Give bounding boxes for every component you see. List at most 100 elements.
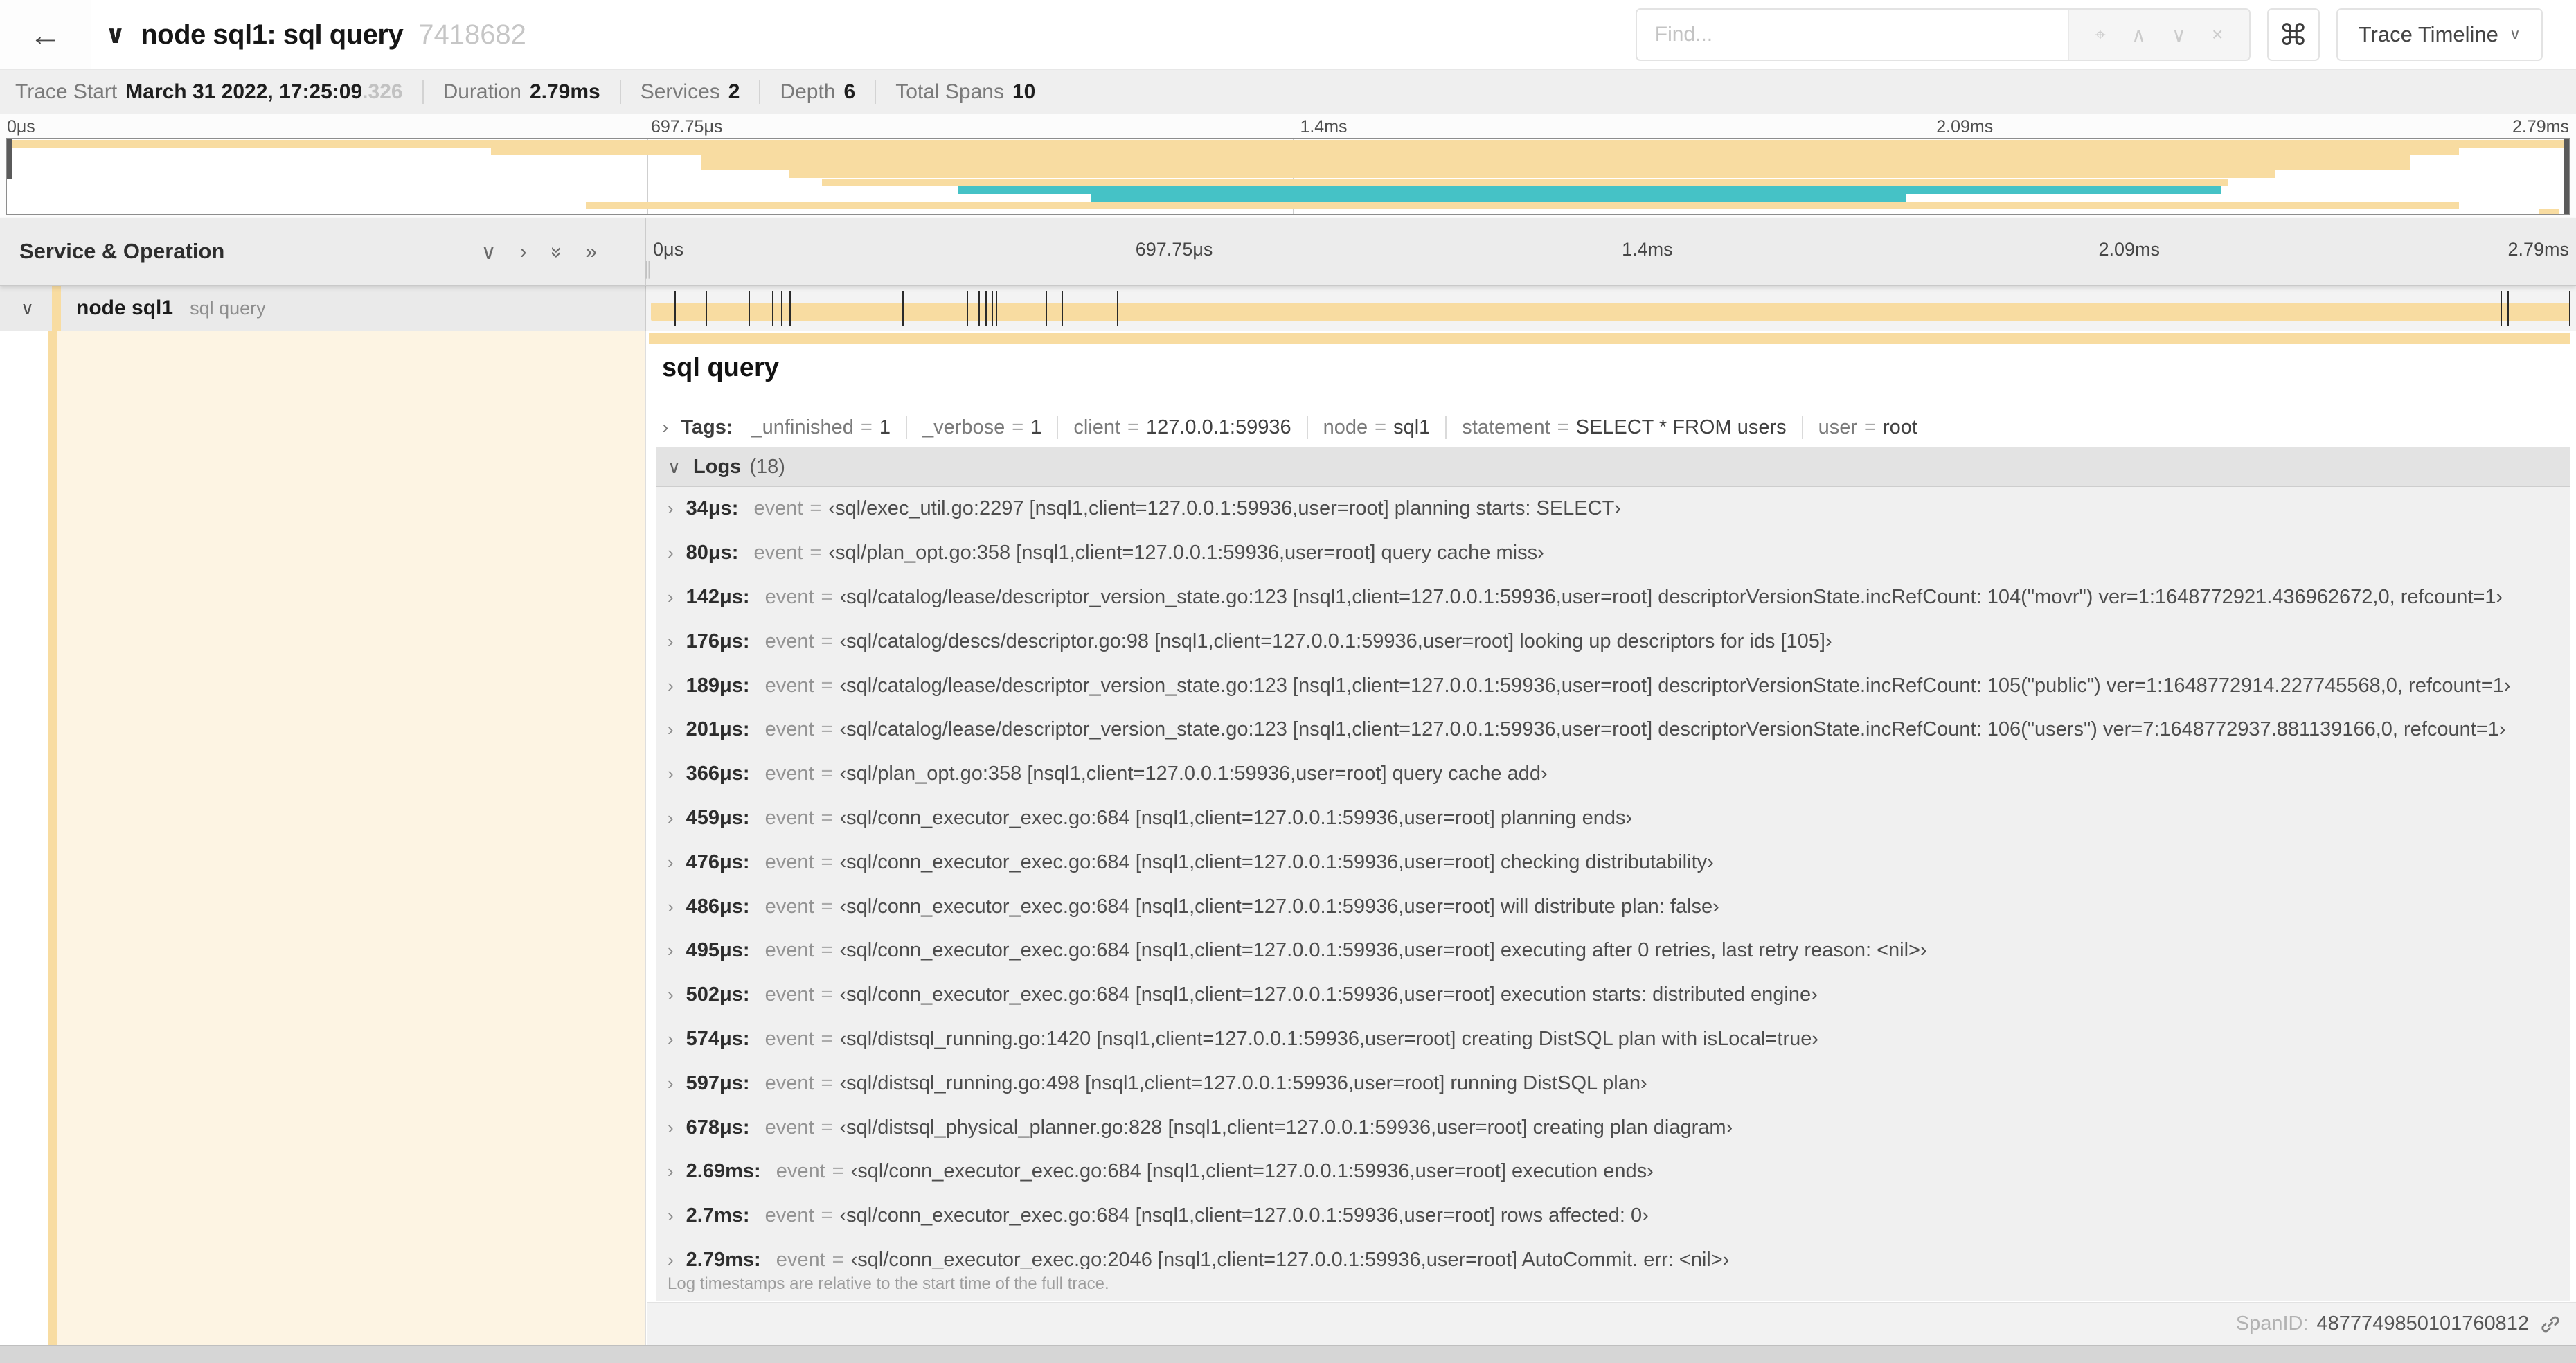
logs-note: Log timestamps are relative to the start… <box>668 1274 1109 1293</box>
log-field-equals: = <box>832 1248 844 1269</box>
find-box: ⌖ ∧ ∨ × <box>1635 8 2251 61</box>
log-entry-toggle-icon[interactable]: › <box>668 542 674 564</box>
summary-value: 2.79ms <box>529 80 600 103</box>
log-entry-toggle-icon[interactable]: › <box>668 1028 674 1050</box>
log-entry-toggle-icon[interactable]: › <box>668 498 674 519</box>
expand-all-icon[interactable]: » <box>585 240 597 265</box>
tag-key: _verbose <box>922 416 1005 438</box>
trace-collapse-icon[interactable]: ∨ <box>105 20 125 49</box>
span-color-bar <box>52 285 62 331</box>
keyboard-shortcuts-button[interactable]: ⌘ <box>2266 8 2320 61</box>
tag-equals: = <box>860 416 873 438</box>
tag-item: _verbose = 1 <box>905 416 1041 439</box>
log-entry[interactable]: › 142μs: event = ‹sql/catalog/lease/descript… <box>656 576 2570 620</box>
summary-item: Duration 2.79ms <box>422 80 600 104</box>
find-input[interactable] <box>1636 10 2068 60</box>
log-timestamp: 366μs: <box>686 763 750 785</box>
service-operation-label: Service & Operation <box>19 239 225 263</box>
minimap-canvas[interactable] <box>6 138 2570 215</box>
log-field-value: ‹sql/conn_executor_exec.go:684 [nsql1,cl… <box>839 895 1719 918</box>
log-entry-toggle-icon[interactable]: › <box>668 896 674 918</box>
view-selector-button[interactable]: Trace Timeline ∨ <box>2336 8 2543 61</box>
span-bar-cell[interactable] <box>646 285 2576 331</box>
span-bar[interactable] <box>651 303 2570 321</box>
page-title: node sql1: sql query <box>141 19 404 50</box>
span-service-name: node sql1 <box>76 296 174 319</box>
log-timestamp: 2.69ms: <box>686 1160 761 1183</box>
column-resizer[interactable]: ∥ <box>643 258 654 280</box>
span-name-cell[interactable]: ∨ node sql1 sql query <box>0 285 646 331</box>
tags-toggle-icon[interactable]: › <box>662 416 668 438</box>
summary-value-muted: .326 <box>362 80 403 103</box>
log-entry-toggle-icon[interactable]: › <box>668 1205 674 1227</box>
log-entry[interactable]: › 678μs: event = ‹sql/distsql_physical_plann… <box>656 1105 2570 1150</box>
logs-header[interactable]: ∨ Logs (18) <box>656 447 2570 487</box>
back-button[interactable]: ← <box>0 0 91 69</box>
log-timestamp: 459μs: <box>686 806 750 829</box>
tags-section[interactable]: › Tags: _unfinished = 1 _verbose = 1 client = 12… <box>662 409 2565 446</box>
log-entry[interactable]: › 201μs: event = ‹sql/catalog/lease/descript… <box>656 708 2570 752</box>
log-entry[interactable]: › 459μs: event = ‹sql/conn_executor_exec.go:… <box>656 796 2570 841</box>
log-entry[interactable]: › 366μs: event = ‹sql/plan_opt.go:358 [nsql1… <box>656 752 2570 796</box>
log-entry-toggle-icon[interactable]: › <box>668 675 674 697</box>
log-marker <box>2500 291 2502 326</box>
tag-equals: = <box>1864 416 1876 438</box>
find-clear-icon[interactable]: × <box>2212 24 2223 46</box>
log-entry-toggle-icon[interactable]: › <box>668 1249 674 1269</box>
log-entry-toggle-icon[interactable]: › <box>668 1073 674 1094</box>
log-entry[interactable]: › 2.69ms: event = ‹sql/conn_executor_exec.go… <box>656 1150 2570 1194</box>
tag-item: statement = SELECT * FROM users <box>1445 416 1787 439</box>
log-field-equals: = <box>821 630 833 652</box>
log-entry[interactable]: › 574μs: event = ‹sql/distsql_running.go:142… <box>656 1017 2570 1062</box>
log-entry[interactable]: › 502μs: event = ‹sql/conn_executor_exec.go:… <box>656 973 2570 1017</box>
log-entry[interactable]: › 34μs: event = ‹sql/exec_util.go:2297 [nsql… <box>656 487 2570 531</box>
locate-icon[interactable]: ⌖ <box>2095 24 2106 46</box>
log-entry-toggle-icon[interactable]: › <box>668 587 674 608</box>
span-collapse-icon[interactable]: ∨ <box>21 298 34 319</box>
log-entry-toggle-icon[interactable]: › <box>668 1161 674 1182</box>
find-next-icon[interactable]: ∨ <box>2172 24 2186 46</box>
expand-one-icon[interactable]: › <box>520 240 527 265</box>
log-field-value: ‹sql/catalog/lease/descriptor_version_st… <box>839 718 2506 741</box>
find-prev-icon[interactable]: ∧ <box>2131 24 2146 46</box>
log-marker <box>674 291 676 326</box>
minimap-span-bar <box>701 155 2410 163</box>
log-entry-toggle-icon[interactable]: › <box>668 940 674 961</box>
span-detail-panel: sql query › Tags: _unfinished = 1 _verbose =… <box>647 331 2576 1345</box>
log-field-value: ‹sql/distsql_running.go:498 [nsql1,clien… <box>839 1071 1647 1094</box>
log-timestamp: 476μs: <box>686 850 750 873</box>
log-entry-toggle-icon[interactable]: › <box>668 808 674 829</box>
minimap-tick-label: 2.79ms <box>2512 117 2569 136</box>
minimap-right-handle[interactable] <box>2564 139 2569 214</box>
log-entry-toggle-icon[interactable]: › <box>668 631 674 652</box>
log-entry[interactable]: › 597μs: event = ‹sql/distsql_running.go:498… <box>656 1061 2570 1105</box>
log-entry-toggle-icon[interactable]: › <box>668 719 674 740</box>
log-marker <box>996 291 998 326</box>
log-entry[interactable]: › 486μs: event = ‹sql/conn_executor_exec.go:… <box>656 884 2570 929</box>
log-marker <box>966 291 968 326</box>
span-detail-header: sql query <box>662 352 2565 391</box>
log-entry-toggle-icon[interactable]: › <box>668 1117 674 1139</box>
log-entry[interactable]: › 476μs: event = ‹sql/conn_executor_exec.go:… <box>656 840 2570 884</box>
collapse-all-icon[interactable]: » <box>544 247 568 258</box>
link-icon[interactable] <box>2540 1314 2561 1335</box>
log-entry-toggle-icon[interactable]: › <box>668 984 674 1006</box>
log-timestamp: 678μs: <box>686 1116 750 1139</box>
bottom-edge <box>0 1345 2576 1363</box>
log-entry[interactable]: › 495μs: event = ‹sql/conn_executor_exec.go:… <box>656 929 2570 973</box>
collapse-one-icon[interactable]: ∨ <box>481 240 497 265</box>
log-entry[interactable]: › 2.79ms: event = ‹sql/conn_executor_exec.go… <box>656 1238 2570 1269</box>
log-entry[interactable]: › 176μs: event = ‹sql/catalog/descs/descript… <box>656 619 2570 663</box>
ruler-tick-label: 2.79ms <box>2507 239 2569 260</box>
tag-value: root <box>1882 416 1917 438</box>
log-entry-toggle-icon[interactable]: › <box>668 852 674 873</box>
log-entry[interactable]: › 189μs: event = ‹sql/catalog/lease/descript… <box>656 663 2570 708</box>
log-entry[interactable]: › 80μs: event = ‹sql/plan_opt.go:358 [nsql1,… <box>656 531 2570 576</box>
minimap-left-handle[interactable] <box>7 139 12 179</box>
summary-item: Depth 6 <box>759 80 855 104</box>
log-entry[interactable]: › 2.7ms: event = ‹sql/conn_executor_exec.go:… <box>656 1194 2570 1238</box>
summary-label: Duration <box>442 80 521 103</box>
minimap-span-bar <box>2538 208 2559 214</box>
log-field-value: ‹sql/catalog/lease/descriptor_version_st… <box>839 674 2511 697</box>
log-entry-toggle-icon[interactable]: › <box>668 763 674 785</box>
